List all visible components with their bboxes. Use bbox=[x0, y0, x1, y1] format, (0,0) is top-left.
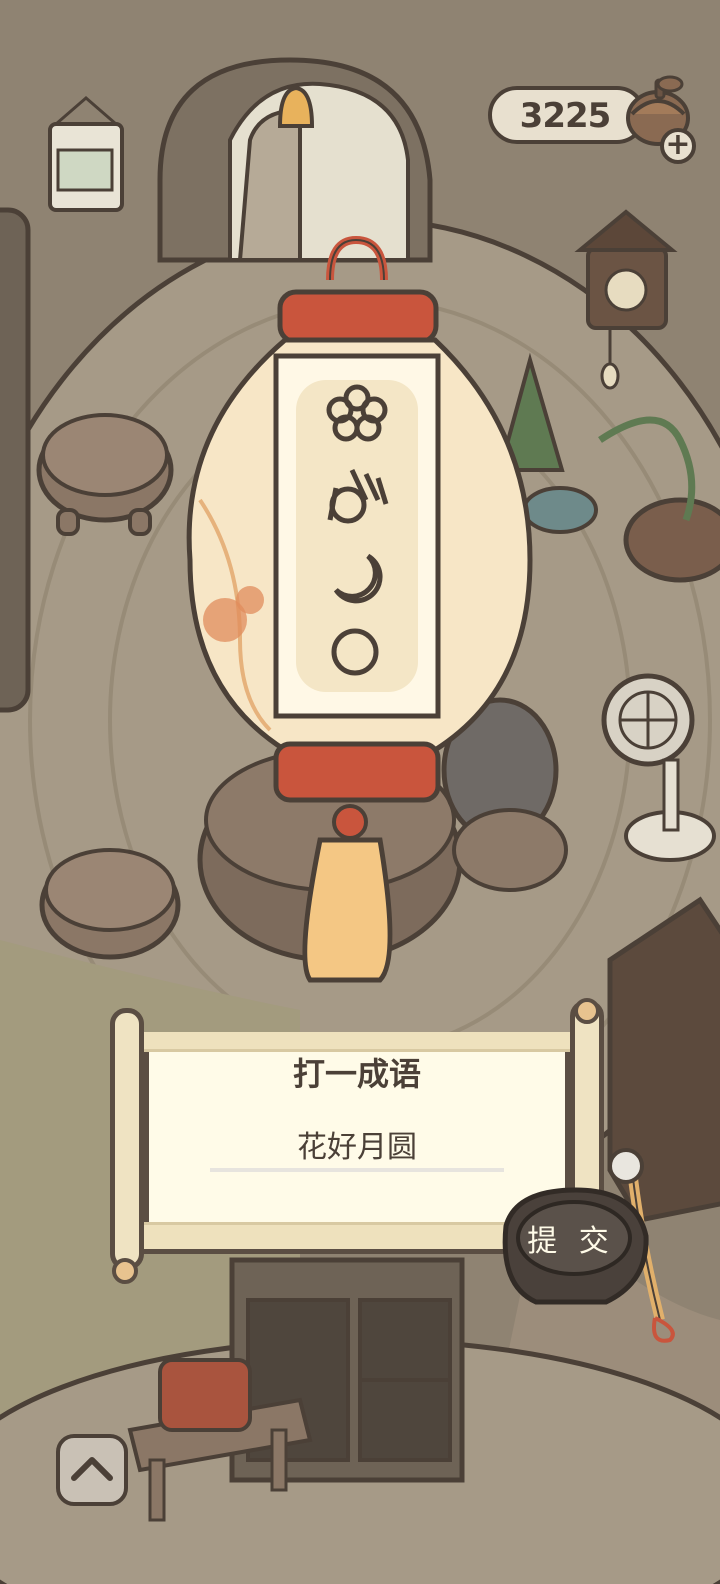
plus-icon: + bbox=[665, 127, 691, 162]
scroll-rod-left bbox=[110, 1008, 144, 1270]
add-coins-button[interactable]: + bbox=[660, 128, 696, 164]
answer-input[interactable] bbox=[210, 1120, 504, 1172]
expand-button[interactable] bbox=[56, 1434, 128, 1506]
riddle-title: 打一成语 bbox=[292, 1055, 421, 1093]
room-background bbox=[0, 0, 720, 1584]
game-scene: 3225 + 打一成语 提 交 bbox=[0, 0, 720, 1584]
submit-label: 提 交 bbox=[527, 1224, 615, 1259]
submit-button[interactable]: 提 交 bbox=[496, 1186, 656, 1308]
coin-count: 3225 bbox=[519, 96, 612, 136]
chevron-up-icon bbox=[71, 1457, 113, 1481]
